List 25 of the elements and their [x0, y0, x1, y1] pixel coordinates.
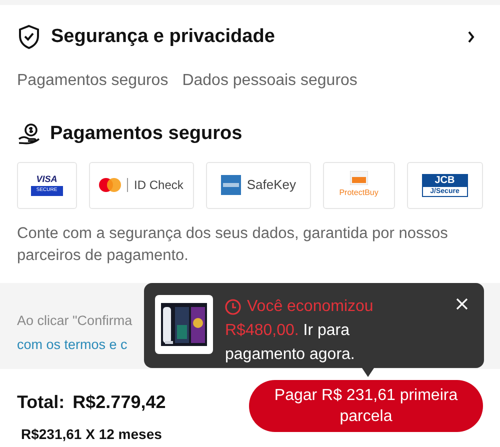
terms-text: Ao clicar "Confirma: [17, 312, 132, 330]
section-heading: Pagamentos seguros: [50, 122, 242, 146]
tab[interactable]: Dados pessoais seguros: [182, 69, 358, 93]
logo-text: ID Check: [134, 177, 184, 194]
installments-text: R$231,61 X 12 meses: [21, 424, 163, 444]
pay-button[interactable]: Pagar R$ 231,61 primeira parcela: [249, 380, 483, 432]
clock-icon: [225, 299, 241, 315]
overlapping-circles-icon: [99, 178, 122, 192]
shield-check-icon: [17, 24, 41, 50]
card-icon: [220, 175, 241, 195]
tab[interactable]: Pagamentos seguros: [17, 69, 168, 93]
chevron-right-icon[interactable]: [467, 31, 475, 43]
badge-icon: [350, 171, 368, 185]
logo-text: SafeKey: [246, 176, 296, 194]
close-icon[interactable]: [456, 298, 468, 310]
total-value: R$2.779,42: [72, 390, 166, 414]
logo-text: VISA: [36, 174, 58, 184]
total-label: Total:: [17, 390, 65, 414]
toast-headline: Você economizou: [247, 297, 374, 317]
terms-link[interactable]: com os termos e c: [17, 332, 128, 356]
toast-message: R$480,00. Ir para pagamento agora.: [225, 321, 356, 365]
logo-text: ProtectBuy: [339, 187, 378, 199]
logo-text: JCB: [434, 174, 455, 186]
description-text: Conte com a segurança dos seus dados, garantida por nossos parceiros de pagamento.: [16, 224, 449, 266]
section-title: Segurança e privacidade: [51, 24, 275, 49]
